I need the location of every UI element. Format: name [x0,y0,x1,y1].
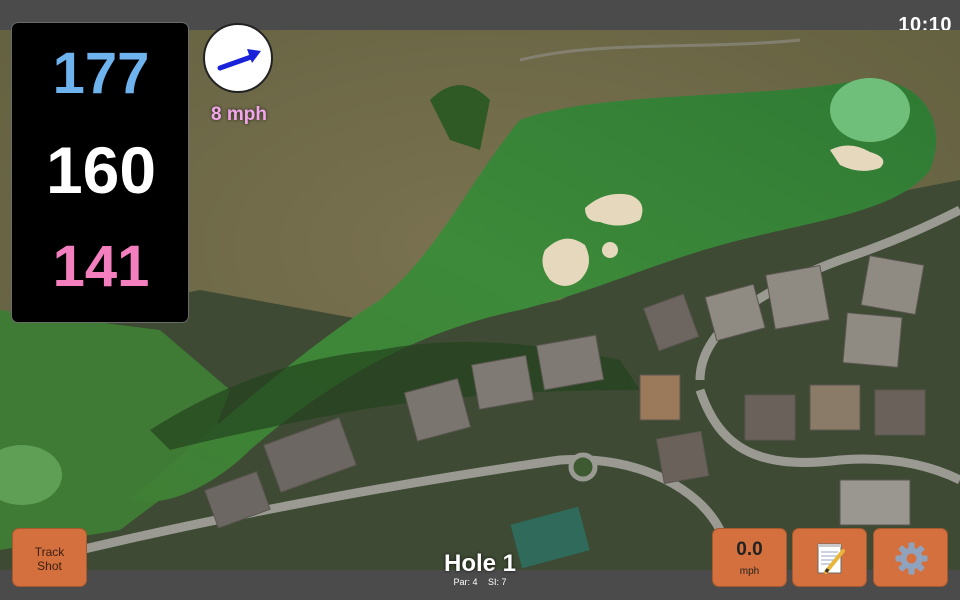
wind-speed-label: 8 mph [211,104,267,125]
distance-panel: 177 160 141 [11,22,189,323]
distance-front-value: 141 [52,234,150,299]
speed-unit: mph [739,566,760,577]
track-shot-label-line1: Track [34,545,65,559]
hole-meta: Par: 4 SI: 7 [400,577,560,587]
speed-button[interactable]: 0.0 mph [712,528,787,587]
distance-back-value: 177 [52,41,150,106]
hole-title: Hole 1 [443,550,517,577]
hole-stroke-index: SI: 7 [488,577,507,587]
settings-button[interactable] [873,528,948,587]
notepad-pencil-icon [817,543,845,574]
wind-indicator [203,23,273,93]
hole-par: Par: 4 [453,577,478,587]
track-shot-label-line2: Shot [37,559,62,573]
track-shot-button[interactable]: Track Shot [12,528,87,587]
notes-button[interactable] [792,528,867,587]
speed-value: 0.0 [736,539,763,560]
gear-icon [895,542,928,575]
distance-middle-value: 160 [45,133,157,207]
wind-direction-arrow-icon [217,49,261,71]
